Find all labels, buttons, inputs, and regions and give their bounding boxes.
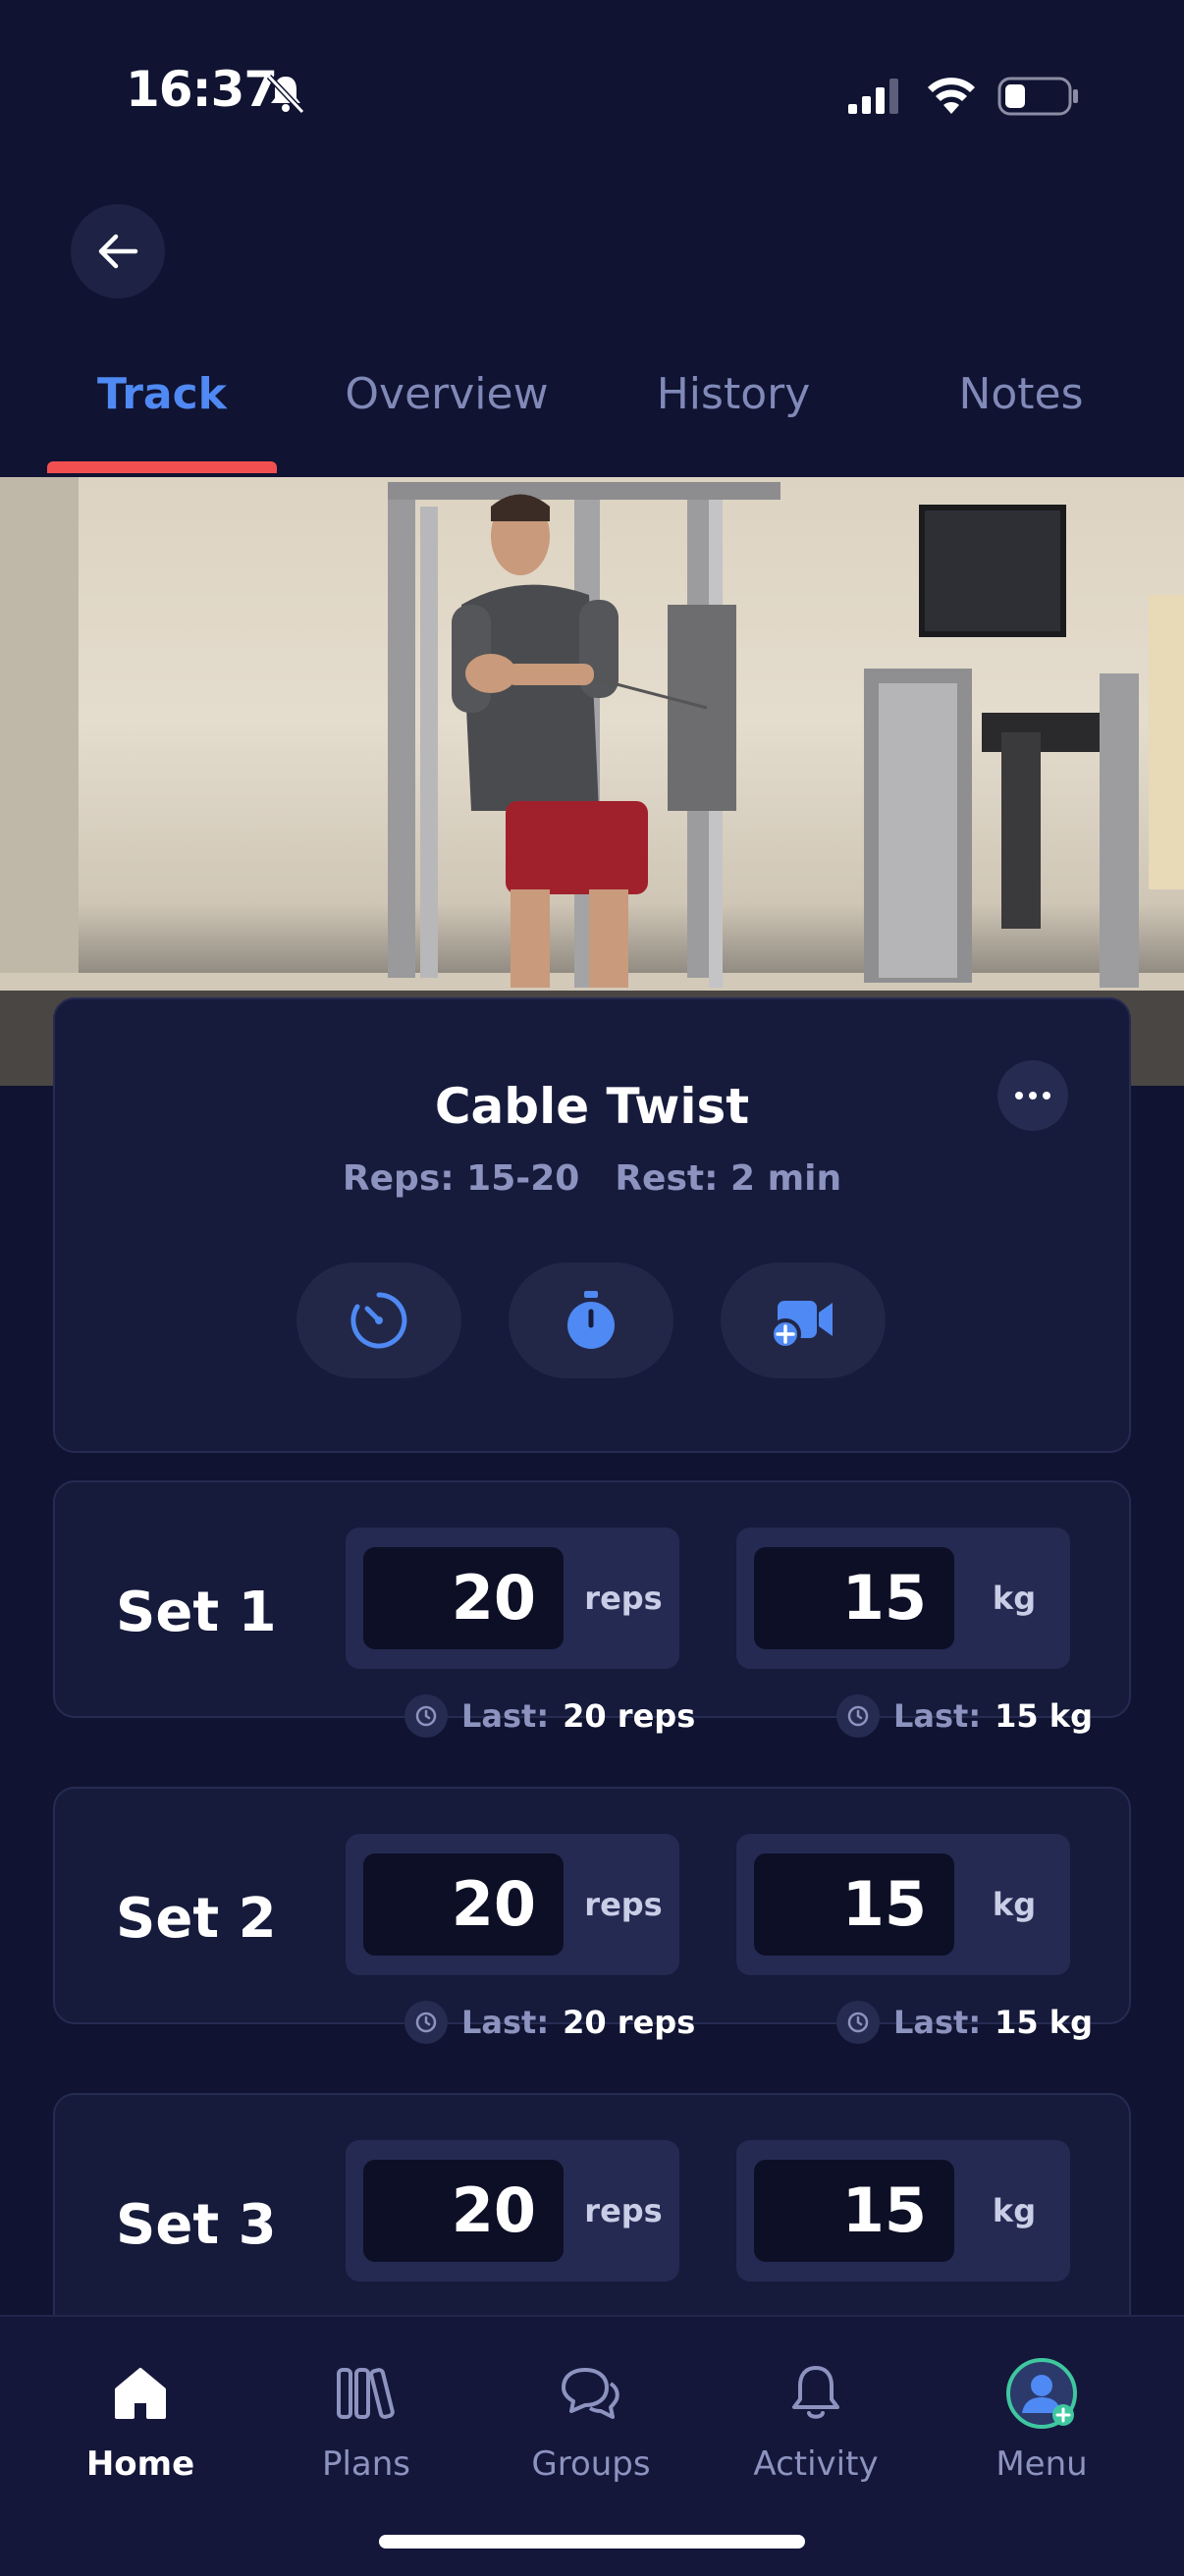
reps-input-box: 20 reps bbox=[346, 1834, 679, 1975]
bell-muted-icon bbox=[266, 74, 305, 115]
nav-activity-label: Activity bbox=[753, 2444, 879, 2484]
weight-unit: kg bbox=[992, 1886, 1037, 1923]
last-reps-value: 20 reps bbox=[563, 1697, 696, 1735]
weight-input[interactable]: 15 bbox=[754, 1547, 954, 1649]
home-icon bbox=[115, 2368, 166, 2419]
gym-scene-image bbox=[0, 477, 1184, 1086]
back-button[interactable] bbox=[71, 204, 165, 298]
last-reps-row: Last: 20 reps bbox=[404, 1694, 695, 1738]
exercise-meta: Reps: 15-20 Rest: 2 min bbox=[0, 1158, 1184, 1199]
reps-input-box: 20 reps bbox=[346, 2140, 679, 2281]
ellipsis-icon bbox=[1015, 1092, 1050, 1100]
wifi-icon bbox=[928, 78, 975, 114]
history-clock-icon bbox=[404, 1694, 448, 1738]
last-label: Last: bbox=[461, 2004, 550, 2041]
reps-unit: reps bbox=[584, 2192, 663, 2229]
last-weight-row: Last: 15 kg bbox=[836, 2001, 1093, 2044]
nav-plans[interactable]: Plans bbox=[268, 2356, 464, 2484]
last-weight-value: 15 kg bbox=[995, 1697, 1093, 1735]
weight-input-box: 15 kg bbox=[736, 2140, 1070, 2281]
stopwatch-icon bbox=[567, 1291, 615, 1349]
last-label: Last: bbox=[893, 2004, 982, 2041]
battery-icon bbox=[997, 77, 1078, 116]
exercise-rest: Rest: 2 min bbox=[615, 1158, 842, 1199]
last-weight-row: Last: 15 kg bbox=[836, 1694, 1093, 1738]
nav-groups-label: Groups bbox=[531, 2444, 651, 2484]
home-indicator bbox=[379, 2535, 805, 2549]
weight-input-box: 15 kg bbox=[736, 1834, 1070, 1975]
nav-menu-label: Menu bbox=[996, 2444, 1088, 2484]
status-time: 16:37 bbox=[126, 61, 278, 118]
nav-groups[interactable]: Groups bbox=[493, 2356, 689, 2484]
stopwatch-button[interactable] bbox=[509, 1262, 673, 1378]
last-weight-value: 15 kg bbox=[995, 2004, 1093, 2041]
speedometer-icon bbox=[350, 1292, 407, 1349]
exercise-reps: Reps: 15-20 bbox=[342, 1158, 580, 1199]
reps-unit: reps bbox=[584, 1886, 663, 1923]
nav-home[interactable]: Home bbox=[42, 2356, 239, 2484]
arrow-left-icon bbox=[98, 234, 138, 269]
reps-input[interactable]: 20 bbox=[363, 1547, 564, 1649]
plans-icon bbox=[337, 2368, 395, 2419]
set-label: Set 1 bbox=[116, 1581, 277, 1644]
more-options-button[interactable] bbox=[997, 1060, 1068, 1131]
avatar-icon bbox=[1006, 2358, 1077, 2429]
tab-history[interactable]: History bbox=[628, 369, 838, 419]
exercise-card bbox=[53, 997, 1131, 1453]
weight-unit: kg bbox=[992, 1580, 1037, 1617]
history-clock-icon bbox=[404, 2001, 448, 2044]
tab-active-indicator bbox=[47, 461, 277, 473]
last-label: Last: bbox=[461, 1697, 550, 1735]
add-video-button[interactable] bbox=[721, 1262, 886, 1378]
cellular-signal-icon bbox=[848, 79, 898, 114]
tab-overview[interactable]: Overview bbox=[324, 369, 569, 419]
video-add-icon bbox=[770, 1301, 833, 1350]
last-reps-row: Last: 20 reps bbox=[404, 2001, 695, 2044]
weight-input[interactable]: 15 bbox=[754, 2160, 954, 2262]
bell-icon bbox=[792, 2366, 839, 2419]
weight-input-box: 15 kg bbox=[736, 1528, 1070, 1669]
last-reps-value: 20 reps bbox=[563, 2004, 696, 2041]
reps-input-box: 20 reps bbox=[346, 1528, 679, 1669]
nav-plans-label: Plans bbox=[321, 2444, 411, 2484]
last-label: Last: bbox=[893, 1697, 982, 1735]
set-label: Set 3 bbox=[116, 2193, 277, 2257]
reps-input[interactable]: 20 bbox=[363, 2160, 564, 2262]
weight-input[interactable]: 15 bbox=[754, 1853, 954, 1956]
nav-activity[interactable]: Activity bbox=[718, 2356, 914, 2484]
history-clock-icon bbox=[836, 2001, 880, 2044]
nav-home-label: Home bbox=[85, 2444, 195, 2484]
tab-notes[interactable]: Notes bbox=[913, 369, 1129, 419]
groups-icon bbox=[562, 2368, 619, 2419]
history-clock-icon bbox=[836, 1694, 880, 1738]
reps-input[interactable]: 20 bbox=[363, 1853, 564, 1956]
weight-unit: kg bbox=[992, 2192, 1037, 2229]
reps-unit: reps bbox=[584, 1580, 663, 1617]
nav-menu[interactable]: Menu bbox=[943, 2356, 1140, 2484]
rest-timer-button[interactable] bbox=[296, 1262, 461, 1378]
exercise-video[interactable] bbox=[0, 477, 1184, 1086]
set-label: Set 2 bbox=[116, 1887, 277, 1951]
tab-track[interactable]: Track bbox=[57, 369, 267, 419]
